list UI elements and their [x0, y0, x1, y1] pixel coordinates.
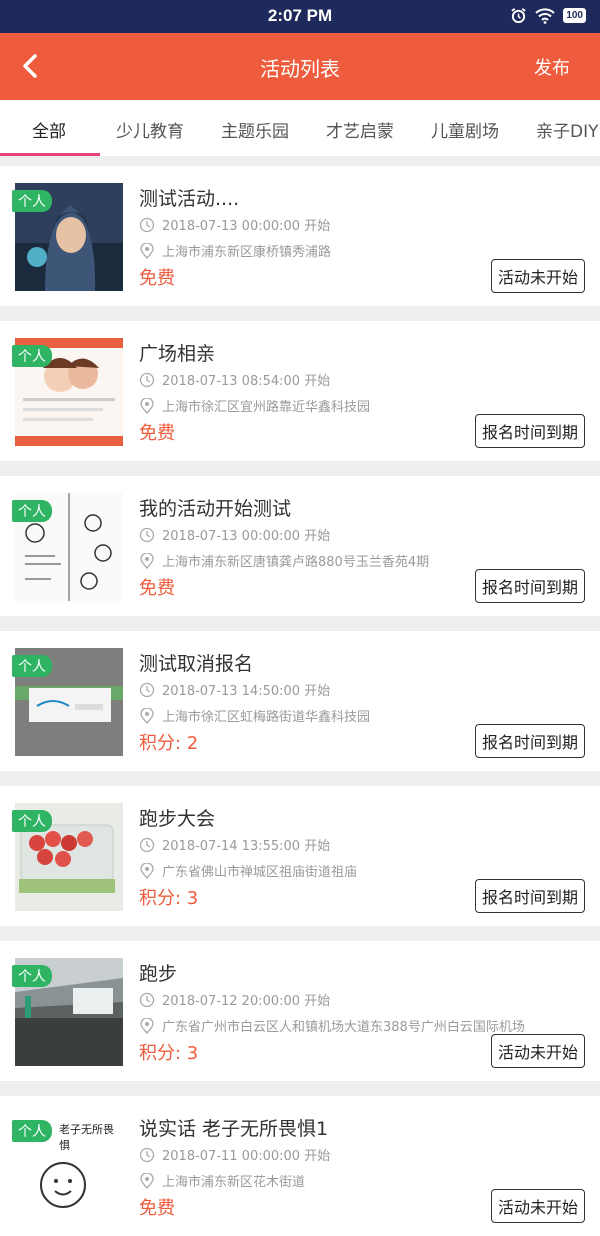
activity-price: 免费 [139, 1198, 175, 1219]
alarm-icon [511, 8, 526, 24]
activity-status-button[interactable]: 活动未开始 [490, 259, 585, 293]
activity-status-button[interactable]: 报名时间到期 [474, 724, 585, 758]
activity-time-text: 2018-07-12 20:00:00 开始 [162, 994, 331, 1009]
clock-icon [139, 217, 155, 232]
page-title: 活动列表 [260, 57, 340, 81]
active-tab-indicator [0, 153, 100, 156]
activity-time-text: 2018-07-13 14:50:00 开始 [162, 684, 331, 699]
activity-card[interactable]: 个人 我的活动开始测试 2018-07-13 00:00:00 开始 上海市浦东… [0, 476, 600, 616]
type-badge: 个人 [12, 810, 52, 832]
wifi-icon [535, 7, 556, 24]
activity-location-text: 广东省广州市白云区人和镇机场大道东388号广州白云国际机场 [162, 1020, 525, 1035]
activity-time-text: 2018-07-13 08:54:00 开始 [162, 374, 331, 389]
location-pin-icon [140, 552, 154, 569]
activity-title: 跑步 [139, 963, 178, 985]
type-badge: 个人 [12, 500, 52, 522]
activity-location-text: 上海市浦东新区花木街道 [162, 1175, 306, 1190]
activity-location-text: 广东省佛山市禅城区祖庙街道祖庙 [162, 865, 358, 880]
activity-time: 2018-07-13 00:00:00 开始 [139, 525, 330, 544]
activity-price: 免费 [139, 578, 175, 599]
type-badge: 个人 [12, 655, 52, 677]
activity-time: 2018-07-11 00:00:00 开始 [139, 1145, 330, 1164]
activity-title: 说实话 老子无所畏惧1 [139, 1118, 329, 1140]
activity-card[interactable]: 个人 跑步大会 2018-07-14 13:55:00 开始 广东省佛山市禅城区… [0, 786, 600, 926]
activity-price: 积分: 3 [139, 888, 199, 909]
location-pin-icon [140, 242, 154, 259]
activity-location-text: 上海市浦东新区唐镇龚卢路880号玉兰香苑4期 [162, 555, 430, 570]
activity-price: 积分: 2 [139, 733, 199, 754]
activity-title: 广场相亲 [139, 343, 216, 365]
activity-status-button[interactable]: 报名时间到期 [474, 569, 585, 603]
location-pin-icon [140, 862, 154, 879]
tab-children-education[interactable]: 少儿教育 [116, 117, 184, 142]
type-badge: 个人 [12, 1120, 52, 1142]
activity-title: 测试活动.... [139, 188, 240, 210]
activity-location: 上海市浦东新区唐镇龚卢路880号玉兰香苑4期 [139, 551, 429, 570]
clock-icon [139, 992, 155, 1007]
activity-time: 2018-07-13 14:50:00 开始 [139, 680, 330, 699]
clock-icon [139, 1147, 155, 1162]
location-pin-icon [140, 707, 154, 724]
clock-icon [139, 837, 155, 852]
activity-time-text: 2018-07-14 13:55:00 开始 [162, 839, 331, 854]
activity-location: 上海市浦东新区花木街道 [139, 1171, 305, 1190]
activity-price: 免费 [139, 268, 175, 289]
activity-location-text: 上海市徐汇区宜州路靠近华鑫科技园 [162, 400, 371, 415]
activity-card[interactable]: 个人 测试取消报名 2018-07-13 14:50:00 开始 上海市徐汇区虹… [0, 631, 600, 771]
status-bar: 2:07 PM 100 [0, 0, 600, 33]
tab-children-theater[interactable]: 儿童剧场 [431, 117, 499, 142]
activity-status-button[interactable]: 活动未开始 [490, 1189, 585, 1223]
tab-theme-park[interactable]: 主题乐园 [221, 117, 289, 142]
activity-time-text: 2018-07-11 00:00:00 开始 [162, 1149, 331, 1164]
activity-time-text: 2018-07-13 00:00:00 开始 [162, 529, 331, 544]
activity-location: 广东省广州市白云区人和镇机场大道东388号广州白云国际机场 [139, 1016, 525, 1035]
clock-icon [139, 527, 155, 542]
activity-status-button[interactable]: 活动未开始 [490, 1034, 585, 1068]
status-icons: 100 [510, 7, 586, 24]
activity-time: 2018-07-13 00:00:00 开始 [139, 215, 330, 234]
publish-button[interactable]: 发布 [534, 54, 570, 80]
activity-time: 2018-07-13 08:54:00 开始 [139, 370, 330, 389]
activity-price: 积分: 3 [139, 1043, 199, 1064]
battery-icon: 100 [563, 8, 586, 23]
activity-card[interactable]: 老子无所畏惧 个人 说实话 老子无所畏惧1 2018-07-11 00:00:0… [0, 1096, 600, 1236]
activity-location: 上海市浦东新区康桥镇秀浦路 [139, 241, 331, 260]
thumbnail-caption: 老子无所畏惧 [59, 1123, 114, 1152]
activity-time: 2018-07-12 20:00:00 开始 [139, 990, 330, 1009]
activity-status-button[interactable]: 报名时间到期 [474, 879, 585, 913]
activity-title: 跑步大会 [139, 808, 216, 830]
clock-icon [139, 682, 155, 697]
type-badge: 个人 [12, 965, 52, 987]
activity-status-button[interactable]: 报名时间到期 [474, 414, 585, 448]
type-badge: 个人 [12, 345, 52, 367]
category-tabs: 全部 少儿教育 主题乐园 才艺启蒙 儿童剧场 亲子DIY [0, 100, 600, 156]
activity-card[interactable]: 个人 广场相亲 2018-07-13 08:54:00 开始 上海市徐汇区宜州路… [0, 321, 600, 461]
activity-card[interactable]: 个人 测试活动.... 2018-07-13 00:00:00 开始 上海市浦东… [0, 166, 600, 306]
activity-location: 上海市徐汇区虹梅路街道华鑫科技园 [139, 706, 370, 725]
tab-parent-diy[interactable]: 亲子DIY [536, 117, 599, 142]
location-pin-icon [140, 1017, 154, 1034]
tab-arts[interactable]: 才艺启蒙 [326, 117, 394, 142]
location-pin-icon [140, 1172, 154, 1189]
activity-location-text: 上海市浦东新区康桥镇秀浦路 [162, 245, 332, 260]
activity-card[interactable]: 个人 跑步 2018-07-12 20:00:00 开始 广东省广州市白云区人和… [0, 941, 600, 1081]
location-pin-icon [140, 397, 154, 414]
app-header: 活动列表 发布 [0, 33, 600, 100]
clock-icon [139, 372, 155, 387]
activity-title: 测试取消报名 [139, 653, 254, 675]
activity-time: 2018-07-14 13:55:00 开始 [139, 835, 330, 854]
tab-all[interactable]: 全部 [32, 117, 66, 142]
activity-location: 上海市徐汇区宜州路靠近华鑫科技园 [139, 396, 370, 415]
activity-time-text: 2018-07-13 00:00:00 开始 [162, 219, 331, 234]
activity-price: 免费 [139, 423, 175, 444]
activity-title: 我的活动开始测试 [139, 498, 292, 520]
activity-location: 广东省佛山市禅城区祖庙街道祖庙 [139, 861, 357, 880]
activity-location-text: 上海市徐汇区虹梅路街道华鑫科技园 [162, 710, 371, 725]
type-badge: 个人 [12, 190, 52, 212]
